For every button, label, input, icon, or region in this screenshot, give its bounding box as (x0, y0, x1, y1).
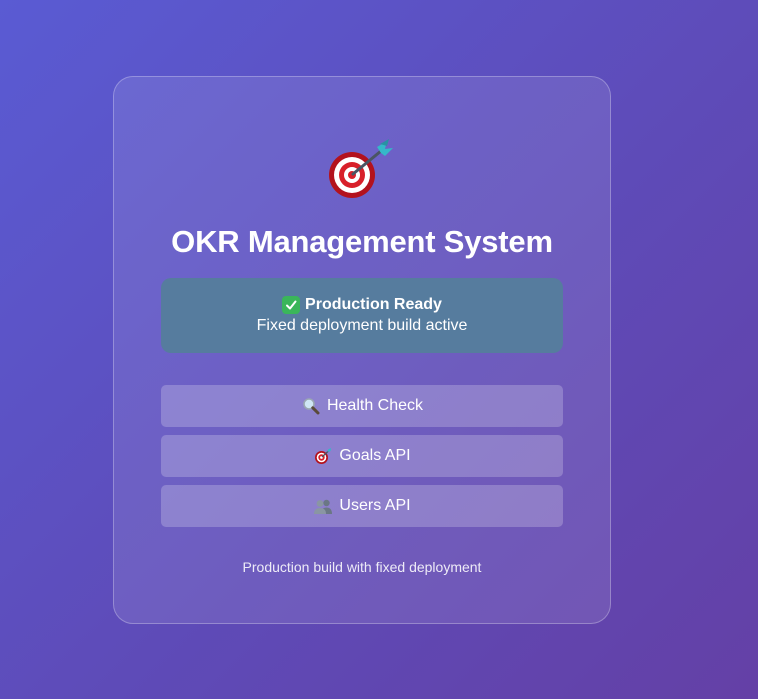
page-title: OKR Management System (171, 224, 553, 259)
magnifier-icon (301, 396, 321, 416)
target-dart-icon (327, 139, 397, 203)
goals-api-label: Goals API (339, 447, 411, 465)
users-api-label: Users API (339, 497, 411, 515)
health-check-label: Health Check (326, 397, 424, 415)
status-subtext: Fixed deployment build active (256, 317, 468, 335)
status-heading-row: Production Ready (282, 296, 442, 315)
target-dart-icon (313, 446, 333, 466)
health-check-button[interactable]: Health Check (161, 385, 563, 428)
users-icon (313, 496, 333, 516)
goals-api-button[interactable]: Goals API (161, 435, 563, 478)
api-button-list: Health Check Goals API Users API (161, 385, 563, 528)
status-banner: Production Ready Fixed deployment build … (161, 278, 563, 354)
users-api-button[interactable]: Users API (161, 485, 563, 528)
status-heading: Production Ready (305, 296, 442, 314)
footer-note: Production build with fixed deployment (242, 559, 482, 576)
app-card: OKR Management System Production Ready F… (113, 76, 611, 624)
check-mark-icon (282, 296, 301, 315)
